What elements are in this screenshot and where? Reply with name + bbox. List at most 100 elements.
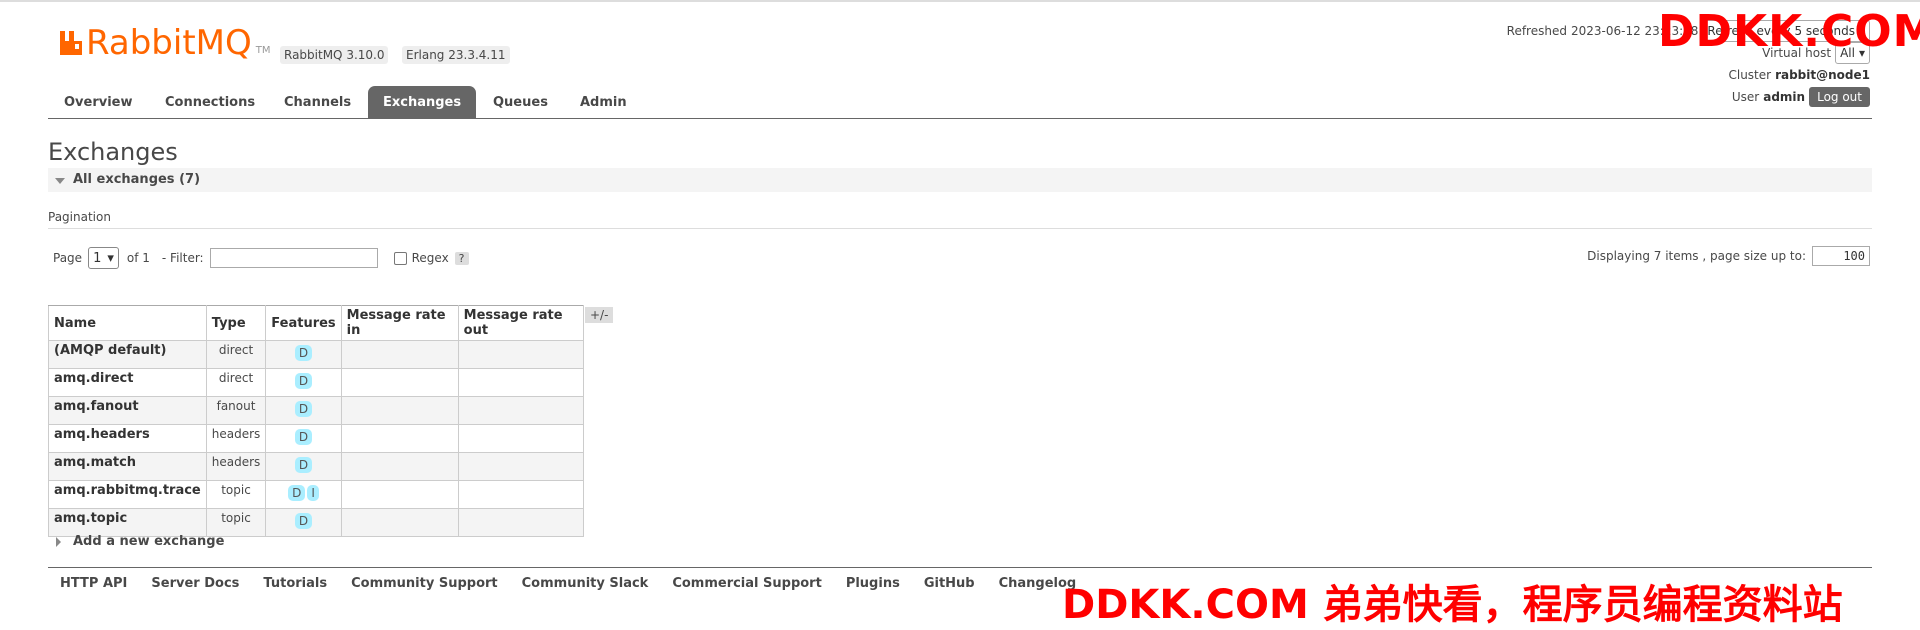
column-header-name[interactable]: Name [48,305,207,341]
durable-badge: D [294,457,313,473]
rate-out-cell [457,452,584,481]
exchange-name-link[interactable]: amq.match [48,452,207,481]
rate-out-cell [457,368,584,397]
exchange-name-link[interactable]: amq.rabbitmq.trace [48,480,207,509]
rate-in-cell [340,452,459,481]
page-label: Page [53,251,83,265]
exchange-features: D [265,368,342,397]
column-header-rate-in[interactable]: Message rate in [340,305,459,341]
tab-overview[interactable]: Overview [64,86,133,118]
tab-admin[interactable]: Admin [580,86,627,118]
exchange-features: D [265,396,342,425]
rate-in-cell [340,424,459,453]
page-value: 1 [93,250,102,266]
rate-out-cell [457,480,584,509]
footer-link-tutorials[interactable]: Tutorials [263,576,327,591]
footer-link-commercial-support[interactable]: Commercial Support [672,576,822,591]
all-exchanges-toggle[interactable]: All exchanges (7) [48,168,1872,192]
tab-connections[interactable]: Connections [165,86,255,118]
erlang-version: Erlang 23.3.4.11 [402,46,510,64]
column-toggle-button[interactable]: +/- [585,307,614,323]
exchange-features: D [265,424,342,453]
page-title: Exchanges [48,138,178,166]
exchange-type: fanout [205,396,267,425]
exchange-type: headers [205,452,267,481]
exchange-features: D [265,508,342,537]
page-select[interactable]: 1 ▾ [88,247,119,269]
exchange-features: D [265,452,342,481]
main-nav: Overview Connections Channels Exchanges … [48,86,1872,119]
column-header-type[interactable]: Type [205,305,267,341]
table-row: amq.headers headers D [48,424,584,453]
footer-link-community-slack[interactable]: Community Slack [522,576,649,591]
footer: HTTP API Server Docs Tutorials Community… [48,567,1872,591]
column-header-rate-out[interactable]: Message rate out [457,305,584,341]
add-exchange-toggle[interactable]: Add a new exchange [56,534,224,549]
rate-out-cell [457,508,584,537]
footer-link-server-docs[interactable]: Server Docs [151,576,239,591]
exchange-type: headers [205,424,267,453]
tab-queues[interactable]: Queues [493,86,548,118]
divider [48,228,1872,229]
footer-link-http-api[interactable]: HTTP API [60,576,127,591]
footer-link-community-support[interactable]: Community Support [351,576,498,591]
rate-out-cell [457,424,584,453]
add-exchange-label: Add a new exchange [73,534,225,549]
exchange-name-link[interactable]: amq.topic [48,508,207,537]
display-info: Displaying 7 items , page size up to: 10… [1587,246,1870,266]
exchange-name-link[interactable]: amq.fanout [48,396,207,425]
rabbitmq-logo-icon [60,31,82,55]
page-size-input[interactable]: 100 [1812,246,1870,266]
rate-in-cell [340,368,459,397]
exchange-type: topic [205,480,267,509]
durable-badge: D [288,485,306,501]
display-count-text: Displaying 7 items , page size up to: [1587,249,1806,263]
durable-badge: D [294,345,313,361]
rabbitmq-logo[interactable]: RabbitMQ TM [58,26,271,60]
durable-badge: D [294,513,313,529]
footer-link-github[interactable]: GitHub [924,576,975,591]
rate-in-cell [340,508,459,537]
exchange-name-link[interactable]: amq.headers [48,424,207,453]
exchange-features: DI [265,480,342,509]
tab-channels[interactable]: Channels [284,86,351,118]
table-row: amq.match headers D [48,452,584,481]
exchange-type: topic [205,508,267,537]
section-label: All exchanges (7) [73,172,201,187]
durable-badge: D [294,429,313,445]
internal-badge: I [307,485,319,501]
regex-help-button[interactable]: ? [454,251,469,265]
watermark-top: DDKK.COM [1658,6,1920,57]
rate-in-cell [340,340,459,369]
filter-label: - Filter: [161,251,204,265]
table-header-row: Name Type Features Message rate in Messa… [48,305,584,341]
cluster-name: rabbit@node1 [1775,68,1870,82]
triangle-right-icon [56,536,61,547]
filter-input[interactable] [209,248,378,268]
page-count: of 1 [126,251,150,265]
column-header-features: Features [265,305,342,341]
exchange-name-link[interactable]: (AMQP default) [48,340,207,369]
logo-trademark: TM [255,44,271,56]
table-row: amq.fanout fanout D [48,396,584,425]
exchange-features: D [265,340,342,369]
regex-checkbox[interactable] [393,251,407,265]
triangle-down-icon [55,178,65,184]
logo-wordmark: RabbitMQ [86,23,252,63]
table-row: amq.direct direct D [48,368,584,397]
footer-link-plugins[interactable]: Plugins [846,576,900,591]
durable-badge: D [294,401,313,417]
watermark-bottom: DDKK.COM 弟弟快看，程序员编程资料站 [1062,582,1843,628]
tab-exchanges[interactable]: Exchanges [368,86,477,118]
exchanges-table: Name Type Features Message rate in Messa… [48,305,584,537]
rate-out-cell [457,340,584,369]
exchange-type: direct [205,340,267,369]
exchange-type: direct [205,368,267,397]
rabbitmq-version: RabbitMQ 3.10.0 [280,46,389,64]
exchange-name-link[interactable]: amq.direct [48,368,207,397]
table-row: (AMQP default) direct D [48,340,584,369]
table-row: amq.topic topic D [48,508,584,537]
top-border [0,0,1920,2]
rate-in-cell [340,396,459,425]
cluster-label: Cluster [1728,68,1772,82]
